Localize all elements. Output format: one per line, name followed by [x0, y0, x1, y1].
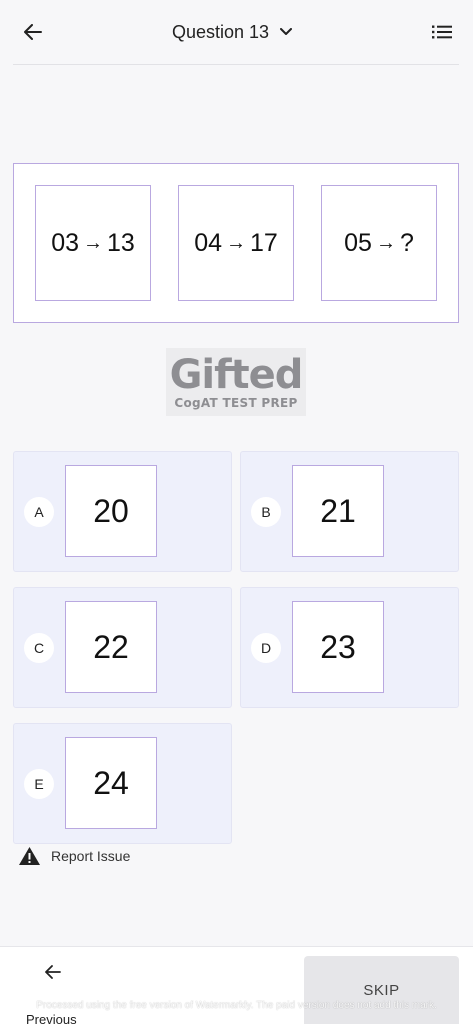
previous-button[interactable]: Previous [26, 963, 82, 1024]
arrow-right-icon: → [226, 231, 246, 254]
answer-option-e[interactable]: E 24 [13, 723, 232, 844]
header-divider [13, 64, 459, 65]
number-pair-1: 03 → 13 [35, 185, 151, 301]
question-list-button[interactable] [430, 22, 454, 42]
logo-wordmark: Gifted [169, 352, 304, 398]
option-letter: E [24, 769, 54, 799]
option-letter: B [251, 497, 281, 527]
answer-option-d[interactable]: D 23 [240, 587, 459, 708]
option-letter: A [24, 497, 54, 527]
pair-left-value: 04 [194, 228, 222, 257]
pair-right-value: ? [399, 228, 414, 257]
option-letter: D [251, 633, 281, 663]
answer-option-c[interactable]: C 22 [13, 587, 232, 708]
answer-option-b[interactable]: B 21 [240, 451, 459, 572]
arrow-left-icon [24, 24, 42, 40]
arrow-right-icon: → [83, 231, 103, 254]
list-icon [432, 25, 452, 39]
question-panel: 03 → 13 04 → 17 05 → ? [13, 163, 459, 323]
option-value: 24 [65, 737, 157, 829]
pair-left-value: 03 [51, 228, 79, 257]
arrow-right-icon: → [375, 231, 396, 254]
option-letter: C [24, 633, 54, 663]
option-value: 20 [65, 465, 157, 557]
gifted-logo: Gifted CogAT TEST PREP [166, 348, 306, 416]
back-button[interactable] [20, 20, 46, 44]
report-issue-button[interactable]: Report Issue [18, 845, 130, 867]
question-selector[interactable]: Question 13 [172, 20, 293, 44]
option-value: 22 [65, 601, 157, 693]
watermark-text: Processed using the free version of Wate… [36, 1000, 437, 1011]
pair-right-value: 13 [107, 228, 135, 257]
page-title: Question 13 [172, 21, 270, 42]
logo-tagline: CogAT TEST PREP [174, 396, 298, 410]
number-pair-3: 05 → ? [321, 185, 437, 301]
option-value: 21 [292, 465, 384, 557]
warning-triangle-icon [19, 847, 40, 865]
option-value: 23 [292, 601, 384, 693]
top-bar: Question 13 [0, 0, 473, 64]
pair-right-value: 17 [250, 228, 278, 257]
answer-option-a[interactable]: A 20 [13, 451, 232, 572]
report-issue-label: Report Issue [51, 848, 131, 864]
number-pair-2: 04 → 17 [178, 185, 294, 301]
pair-left-value: 05 [344, 228, 372, 257]
arrow-left-icon [44, 963, 62, 981]
chevron-down-icon [279, 25, 293, 39]
